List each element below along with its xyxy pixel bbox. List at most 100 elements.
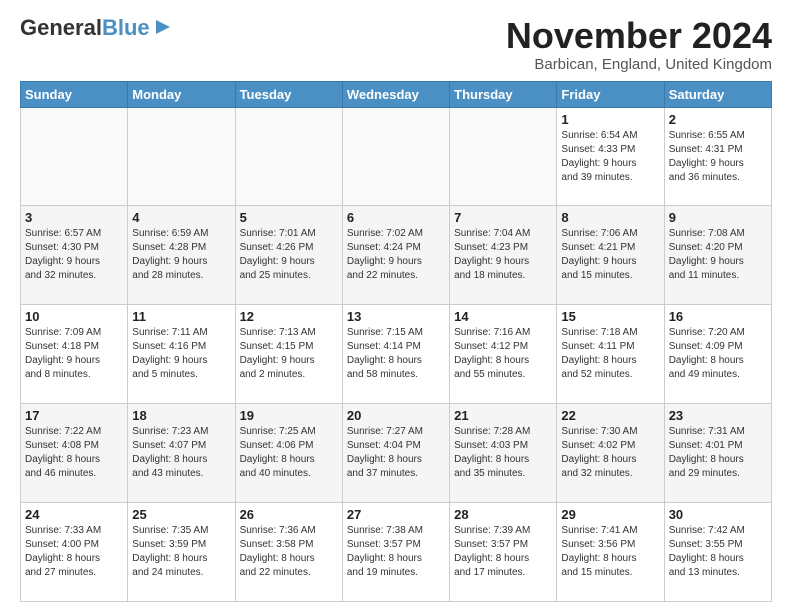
calendar-week-row: 1 Sunrise: 6:54 AM Sunset: 4:33 PM Daylig… xyxy=(21,107,772,206)
title-block: November 2024 Barbican, England, United … xyxy=(506,16,772,73)
table-row: 19 Sunrise: 7:25 AM Sunset: 4:06 PM Dayli… xyxy=(235,404,342,503)
col-tuesday: Tuesday xyxy=(235,81,342,107)
day-info: Sunrise: 7:41 AM Sunset: 3:56 PM Dayligh… xyxy=(561,524,659,580)
calendar-header-row: Sunday Monday Tuesday Wednesday Thursday… xyxy=(21,81,772,107)
table-row xyxy=(235,107,342,206)
day-number: 1 xyxy=(561,112,659,127)
calendar-week-row: 24Sunrise: 7:33 AM Sunset: 4:00 PM Dayli… xyxy=(21,503,772,602)
col-friday: Friday xyxy=(557,81,664,107)
header: GeneralBlue November 2024 Barbican, Engl… xyxy=(20,16,772,73)
day-number: 28 xyxy=(454,507,552,522)
day-info: Sunrise: 6:55 AM Sunset: 4:31 PM Dayligh… xyxy=(669,129,767,185)
logo: GeneralBlue xyxy=(20,16,172,41)
day-info: Sunrise: 7:42 AM Sunset: 3:55 PM Dayligh… xyxy=(669,524,767,580)
day-number: 10 xyxy=(25,309,123,324)
table-row: 12Sunrise: 7:13 AM Sunset: 4:15 PM Dayli… xyxy=(235,305,342,404)
day-number: 26 xyxy=(240,507,338,522)
day-number: 6 xyxy=(347,210,445,225)
day-info: Sunrise: 6:54 AM Sunset: 4:33 PM Dayligh… xyxy=(561,129,659,185)
day-info: Sunrise: 7:11 AM Sunset: 4:16 PM Dayligh… xyxy=(132,326,230,382)
day-info: Sunrise: 7:08 AM Sunset: 4:20 PM Dayligh… xyxy=(669,227,767,283)
table-row: 22Sunrise: 7:30 AM Sunset: 4:02 PM Dayli… xyxy=(557,404,664,503)
table-row: 9 Sunrise: 7:08 AM Sunset: 4:20 PM Daylig… xyxy=(664,206,771,305)
day-info: Sunrise: 7:18 AM Sunset: 4:11 PM Dayligh… xyxy=(561,326,659,382)
col-saturday: Saturday xyxy=(664,81,771,107)
day-info: Sunrise: 6:59 AM Sunset: 4:28 PM Dayligh… xyxy=(132,227,230,283)
table-row: 7 Sunrise: 7:04 AM Sunset: 4:23 PM Daylig… xyxy=(450,206,557,305)
col-sunday: Sunday xyxy=(21,81,128,107)
table-row: 15 Sunrise: 7:18 AM Sunset: 4:11 PM Dayli… xyxy=(557,305,664,404)
calendar-week-row: 17 Sunrise: 7:22 AM Sunset: 4:08 PM Dayli… xyxy=(21,404,772,503)
day-number: 14 xyxy=(454,309,552,324)
day-number: 27 xyxy=(347,507,445,522)
day-info: Sunrise: 7:13 AM Sunset: 4:15 PM Dayligh… xyxy=(240,326,338,382)
day-info: Sunrise: 7:39 AM Sunset: 3:57 PM Dayligh… xyxy=(454,524,552,580)
day-info: Sunrise: 7:02 AM Sunset: 4:24 PM Dayligh… xyxy=(347,227,445,283)
table-row: 3 Sunrise: 6:57 AM Sunset: 4:30 PM Daylig… xyxy=(21,206,128,305)
day-number: 5 xyxy=(240,210,338,225)
day-info: Sunrise: 6:57 AM Sunset: 4:30 PM Dayligh… xyxy=(25,227,123,283)
col-wednesday: Wednesday xyxy=(342,81,449,107)
location: Barbican, England, United Kingdom xyxy=(506,56,772,73)
table-row: 10Sunrise: 7:09 AM Sunset: 4:18 PM Dayli… xyxy=(21,305,128,404)
day-number: 4 xyxy=(132,210,230,225)
table-row: 26 Sunrise: 7:36 AM Sunset: 3:58 PM Dayli… xyxy=(235,503,342,602)
day-info: Sunrise: 7:04 AM Sunset: 4:23 PM Dayligh… xyxy=(454,227,552,283)
day-number: 13 xyxy=(347,309,445,324)
table-row: 17 Sunrise: 7:22 AM Sunset: 4:08 PM Dayli… xyxy=(21,404,128,503)
table-row xyxy=(21,107,128,206)
day-number: 11 xyxy=(132,309,230,324)
day-number: 21 xyxy=(454,408,552,423)
day-info: Sunrise: 7:27 AM Sunset: 4:04 PM Dayligh… xyxy=(347,425,445,481)
table-row: 11 Sunrise: 7:11 AM Sunset: 4:16 PM Dayli… xyxy=(128,305,235,404)
day-number: 20 xyxy=(347,408,445,423)
day-info: Sunrise: 7:25 AM Sunset: 4:06 PM Dayligh… xyxy=(240,425,338,481)
table-row: 18 Sunrise: 7:23 AM Sunset: 4:07 PM Dayli… xyxy=(128,404,235,503)
table-row xyxy=(342,107,449,206)
day-number: 16 xyxy=(669,309,767,324)
day-number: 19 xyxy=(240,408,338,423)
day-info: Sunrise: 7:23 AM Sunset: 4:07 PM Dayligh… xyxy=(132,425,230,481)
day-number: 17 xyxy=(25,408,123,423)
table-row: 13 Sunrise: 7:15 AM Sunset: 4:14 PM Dayli… xyxy=(342,305,449,404)
table-row: 23 Sunrise: 7:31 AM Sunset: 4:01 PM Dayli… xyxy=(664,404,771,503)
day-info: Sunrise: 7:30 AM Sunset: 4:02 PM Dayligh… xyxy=(561,425,659,481)
day-info: Sunrise: 7:22 AM Sunset: 4:08 PM Dayligh… xyxy=(25,425,123,481)
page: GeneralBlue November 2024 Barbican, Engl… xyxy=(0,0,792,612)
col-thursday: Thursday xyxy=(450,81,557,107)
day-info: Sunrise: 7:01 AM Sunset: 4:26 PM Dayligh… xyxy=(240,227,338,283)
table-row: 16Sunrise: 7:20 AM Sunset: 4:09 PM Dayli… xyxy=(664,305,771,404)
day-info: Sunrise: 7:16 AM Sunset: 4:12 PM Dayligh… xyxy=(454,326,552,382)
day-number: 2 xyxy=(669,112,767,127)
day-info: Sunrise: 7:31 AM Sunset: 4:01 PM Dayligh… xyxy=(669,425,767,481)
table-row: 30Sunrise: 7:42 AM Sunset: 3:55 PM Dayli… xyxy=(664,503,771,602)
table-row: 1 Sunrise: 6:54 AM Sunset: 4:33 PM Daylig… xyxy=(557,107,664,206)
month-title: November 2024 xyxy=(506,16,772,56)
table-row: 14 Sunrise: 7:16 AM Sunset: 4:12 PM Dayli… xyxy=(450,305,557,404)
calendar-week-row: 3 Sunrise: 6:57 AM Sunset: 4:30 PM Daylig… xyxy=(21,206,772,305)
table-row: 4 Sunrise: 6:59 AM Sunset: 4:28 PM Daylig… xyxy=(128,206,235,305)
day-number: 8 xyxy=(561,210,659,225)
day-number: 25 xyxy=(132,507,230,522)
table-row xyxy=(450,107,557,206)
day-info: Sunrise: 7:36 AM Sunset: 3:58 PM Dayligh… xyxy=(240,524,338,580)
table-row: 29 Sunrise: 7:41 AM Sunset: 3:56 PM Dayli… xyxy=(557,503,664,602)
logo-arrow-icon xyxy=(154,18,172,41)
table-row: 5 Sunrise: 7:01 AM Sunset: 4:26 PM Daylig… xyxy=(235,206,342,305)
day-info: Sunrise: 7:35 AM Sunset: 3:59 PM Dayligh… xyxy=(132,524,230,580)
day-number: 9 xyxy=(669,210,767,225)
day-number: 29 xyxy=(561,507,659,522)
day-number: 24 xyxy=(25,507,123,522)
day-info: Sunrise: 7:15 AM Sunset: 4:14 PM Dayligh… xyxy=(347,326,445,382)
day-number: 7 xyxy=(454,210,552,225)
calendar-table: Sunday Monday Tuesday Wednesday Thursday… xyxy=(20,81,772,602)
table-row xyxy=(128,107,235,206)
day-number: 23 xyxy=(669,408,767,423)
table-row: 27Sunrise: 7:38 AM Sunset: 3:57 PM Dayli… xyxy=(342,503,449,602)
table-row: 24Sunrise: 7:33 AM Sunset: 4:00 PM Dayli… xyxy=(21,503,128,602)
day-number: 3 xyxy=(25,210,123,225)
table-row: 6 Sunrise: 7:02 AM Sunset: 4:24 PM Daylig… xyxy=(342,206,449,305)
day-number: 15 xyxy=(561,309,659,324)
day-number: 18 xyxy=(132,408,230,423)
logo-text: GeneralBlue xyxy=(20,16,150,40)
